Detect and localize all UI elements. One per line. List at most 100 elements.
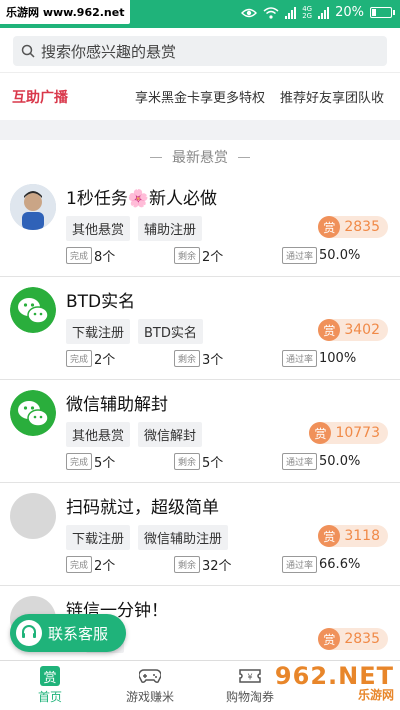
reward-amount: 3118 [344, 528, 380, 544]
home-icon: 赏 [40, 666, 60, 686]
reward-icon: 赏 [318, 628, 341, 650]
rate-label: 通过率 [282, 247, 318, 264]
rate-label: 通过率 [282, 453, 318, 470]
done-label: 完成 [66, 556, 93, 573]
remain-count: 32个 [202, 559, 232, 574]
reward-icon: 赏 [318, 319, 341, 341]
task-tag: 辅助注册 [138, 216, 203, 241]
search-input[interactable]: 搜索你感兴趣的悬赏 [13, 36, 387, 66]
task-tag: 下载注册 [66, 319, 131, 344]
reward-badge: 赏 10773 [309, 422, 388, 444]
reward-badge: 赏 3402 [318, 319, 388, 341]
done-label: 完成 [66, 247, 93, 264]
task-stats: 完成 5个 剩余 5个 通过率 50.0% [66, 452, 388, 471]
pass-rate: 100% [319, 351, 357, 366]
task-tag: 其他悬赏 [66, 216, 131, 241]
tab-home[interactable]: 赏 首页 [0, 661, 100, 710]
status-bar: 乐游网 www.962.net 4G 2G 20% [0, 0, 400, 28]
tab-label: 购物淘券 [225, 690, 274, 704]
task-tag: 其他悬赏 [66, 422, 131, 447]
remain-label: 剩余 [174, 453, 201, 470]
task-title: 微信辅助解封 [66, 395, 168, 415]
task-title: BTD实名 [66, 292, 136, 312]
done-label: 完成 [66, 350, 93, 367]
task-card[interactable]: 扫码就过，超级简单 下载注册 微信辅助注册 赏 3118 完成 2个 剩余 32个 … [0, 483, 400, 586]
battery-percent: 20% [335, 5, 364, 20]
reward-icon: 赏 [318, 216, 341, 238]
reward-amount: 2835 [344, 631, 380, 647]
done-count: 2个 [94, 559, 116, 574]
search-bar: 搜索你感兴趣的悬赏 [0, 28, 400, 72]
remain-label: 剩余 [174, 556, 201, 573]
gamepad-icon [139, 666, 161, 686]
search-icon [21, 44, 35, 58]
notice-label: 互助广播 [12, 89, 68, 106]
task-title: 扫码就过，超级简单 [66, 498, 219, 518]
tab-label: 首页 [37, 690, 62, 704]
task-tag: 微信辅助注册 [138, 525, 229, 550]
task-tags: 其他悬赏 微信解封 [66, 422, 203, 447]
reward-badge: 赏 2835 [318, 628, 388, 650]
task-tag: BTD实名 [138, 319, 203, 344]
reward-badge: 赏 2835 [318, 216, 388, 238]
svg-text:¥: ¥ [247, 673, 252, 682]
rate-label: 通过率 [282, 556, 318, 573]
battery-icon [370, 7, 395, 18]
reward-badge: 赏 3118 [318, 525, 388, 547]
headset-icon [16, 620, 42, 646]
wifi-icon [263, 6, 279, 19]
tab-game[interactable]: 游戏赚米 [100, 661, 200, 710]
reward-icon: 赏 [309, 422, 332, 444]
avatar [10, 184, 56, 230]
task-title: 1秒任务🌸新人必做 [66, 189, 217, 209]
watermark-sub: 乐游网 [357, 688, 394, 702]
task-card[interactable]: BTD实名 下载注册 BTD实名 赏 3402 完成 2个 剩余 3个 通过率 100… [0, 277, 400, 380]
reward-amount: 3402 [344, 322, 380, 338]
wechat-icon [10, 287, 56, 333]
task-list: 1秒任务🌸新人必做 其他悬赏 辅助注册 赏 2835 完成 8个 剩余 2个 通过率… [0, 174, 400, 689]
task-stats: 完成 2个 剩余 32个 通过率 66.6% [66, 555, 388, 574]
remain-count: 3个 [202, 353, 224, 368]
contact-support-label: 联系客服 [48, 624, 109, 643]
signal-icon [285, 6, 297, 19]
done-count: 5个 [94, 456, 116, 471]
search-placeholder: 搜索你感兴趣的悬赏 [41, 42, 177, 61]
remain-count: 2个 [202, 250, 224, 265]
section-title: 最新悬赏 [0, 140, 400, 174]
remain-label: 剩余 [174, 350, 201, 367]
remain-label: 剩余 [174, 247, 201, 264]
done-count: 2个 [94, 353, 116, 368]
remain-count: 5个 [202, 456, 224, 471]
coupon-icon: ¥ [239, 666, 261, 686]
network-type: 4G 2G [302, 4, 313, 20]
task-tag: 下载注册 [66, 525, 131, 550]
status-icons: 4G 2G 20% [241, 4, 395, 20]
task-card[interactable]: 微信辅助解封 其他悬赏 微信解封 赏 10773 完成 5个 剩余 5个 通过率 50… [0, 380, 400, 483]
pass-rate: 66.6% [319, 557, 361, 572]
pass-rate: 50.0% [319, 248, 361, 263]
task-stats: 完成 2个 剩余 3个 通过率 100% [66, 349, 388, 368]
task-stats: 完成 8个 剩余 2个 通过率 50.0% [66, 246, 388, 265]
notice-item[interactable]: 享米黑金卡享更多特权 [135, 87, 265, 106]
avatar-placeholder [10, 493, 56, 539]
task-tags: 其他悬赏 辅助注册 [66, 216, 203, 241]
watermark-logo: 962.NET 乐游网 [275, 662, 394, 703]
wechat-icon [10, 390, 56, 436]
notice-bar[interactable]: 互助广播 享米黑金卡享更多特权 推荐好友享团队收 [0, 72, 400, 120]
rate-label: 通过率 [282, 350, 318, 367]
pass-rate: 50.0% [319, 454, 361, 469]
task-card[interactable]: 1秒任务🌸新人必做 其他悬赏 辅助注册 赏 2835 完成 8个 剩余 2个 通过率… [0, 174, 400, 277]
tab-label: 游戏赚米 [125, 690, 174, 704]
reward-icon: 赏 [318, 525, 341, 547]
signal-icon-2 [318, 6, 330, 19]
watermark-top: 乐游网 www.962.net [0, 0, 131, 24]
done-count: 8个 [94, 250, 116, 265]
task-tags: 下载注册 微信辅助注册 [66, 525, 229, 550]
reward-amount: 10773 [335, 425, 380, 441]
section-title-text: 最新悬赏 [172, 150, 228, 166]
notice-item[interactable]: 推荐好友享团队收 [280, 87, 384, 106]
task-tag: 微信解封 [138, 422, 203, 447]
task-tags: 下载注册 BTD实名 [66, 319, 203, 344]
contact-support-button[interactable]: 联系客服 [10, 614, 126, 652]
reward-amount: 2835 [344, 219, 380, 235]
